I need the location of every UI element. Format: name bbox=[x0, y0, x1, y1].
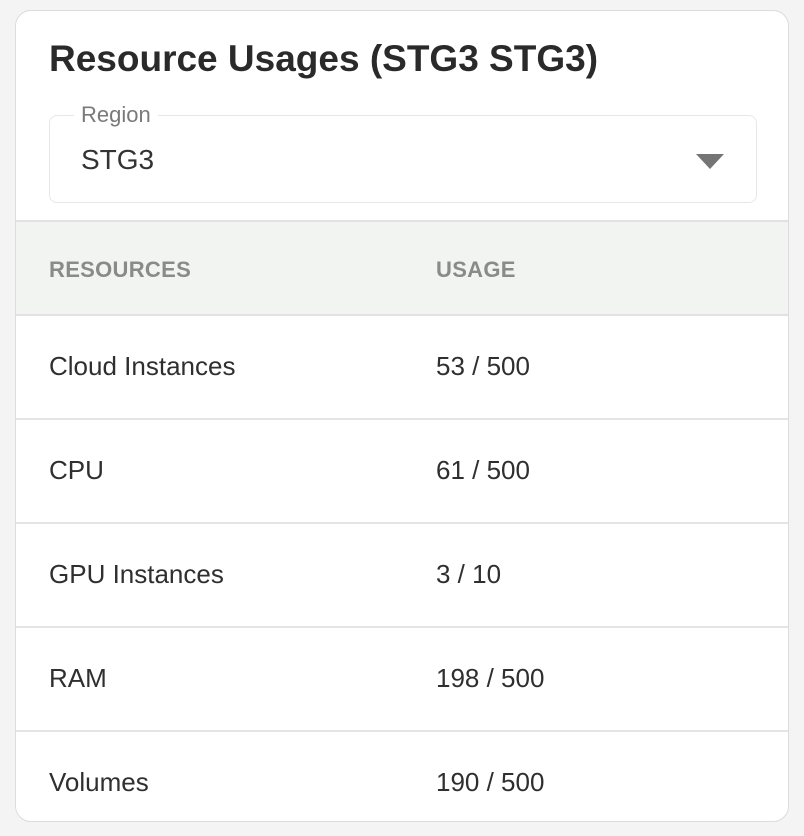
region-select[interactable]: Region STG3 bbox=[49, 102, 757, 203]
caret-down-icon[interactable] bbox=[696, 154, 724, 169]
table-row: GPU Instances 3 / 10 bbox=[16, 524, 788, 628]
table-row: CPU 61 / 500 bbox=[16, 420, 788, 524]
resource-name: Volumes bbox=[49, 767, 149, 797]
card-title: Resource Usages (STG3 STG3) bbox=[49, 38, 599, 79]
resource-name: CPU bbox=[49, 455, 104, 485]
resource-name: RAM bbox=[49, 663, 107, 693]
resource-name: Cloud Instances bbox=[49, 351, 236, 381]
resource-usage: 198 / 500 bbox=[436, 663, 545, 693]
table-header: RESOURCES USAGE bbox=[16, 220, 788, 316]
header-resources: RESOURCES bbox=[49, 257, 192, 282]
header-usage: USAGE bbox=[436, 257, 516, 282]
resource-usage: 190 / 500 bbox=[436, 767, 545, 797]
table-row: RAM 198 / 500 bbox=[16, 628, 788, 732]
resources-table: RESOURCES USAGE Cloud Instances 53 / 500… bbox=[16, 220, 788, 821]
resource-usage: 61 / 500 bbox=[436, 455, 530, 485]
region-select-label: Region bbox=[74, 102, 158, 128]
table-row: Cloud Instances 53 / 500 bbox=[16, 316, 788, 420]
table-row: Volumes 190 / 500 bbox=[16, 732, 788, 821]
resource-usage: 53 / 500 bbox=[436, 351, 530, 381]
region-select-value: STG3 bbox=[81, 144, 155, 175]
resource-usage: 3 / 10 bbox=[436, 559, 502, 589]
resource-name: GPU Instances bbox=[49, 559, 224, 589]
resource-usages-card: Resource Usages (STG3 STG3) Region STG3 … bbox=[15, 10, 789, 822]
